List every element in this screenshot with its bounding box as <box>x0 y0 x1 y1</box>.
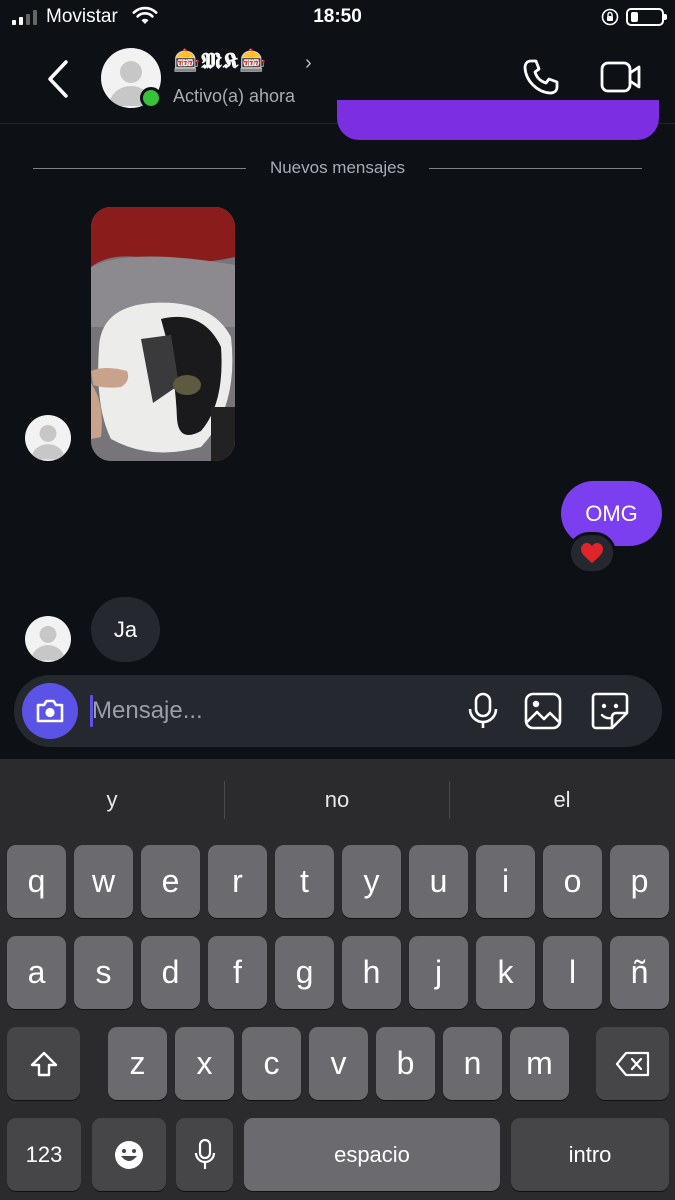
sticker-button[interactable] <box>590 691 630 731</box>
back-button[interactable] <box>40 58 76 100</box>
chevron-right-icon[interactable]: › <box>305 52 312 75</box>
suggestion-item[interactable]: no <box>225 787 449 813</box>
dictation-key[interactable] <box>176 1118 233 1191</box>
status-bar: Movistar 18:50 <box>0 0 675 34</box>
microphone-button[interactable] <box>466 692 500 730</box>
shift-icon <box>30 1051 57 1076</box>
photo-message[interactable] <box>91 207 235 461</box>
key-f[interactable]: f <box>208 936 267 1009</box>
key-e[interactable]: e <box>141 845 200 918</box>
separator-line-right <box>429 168 642 169</box>
space-key[interactable]: espacio <box>244 1118 500 1191</box>
sender-avatar[interactable] <box>25 616 71 662</box>
key-u[interactable]: u <box>409 845 468 918</box>
key-o[interactable]: o <box>543 845 602 918</box>
message-composer <box>14 675 662 747</box>
key-x[interactable]: x <box>175 1027 234 1100</box>
key-z[interactable]: z <box>108 1027 167 1100</box>
key-d[interactable]: d <box>141 936 200 1009</box>
previous-outgoing-bubble[interactable] <box>337 100 659 140</box>
default-avatar-icon <box>31 424 65 460</box>
key-j[interactable]: j <box>409 936 468 1009</box>
suggestion-item[interactable]: el <box>450 787 674 813</box>
backspace-key[interactable] <box>596 1027 669 1100</box>
battery-icon <box>626 8 667 26</box>
key-i[interactable]: i <box>476 845 535 918</box>
sender-avatar[interactable] <box>25 415 71 461</box>
key-k[interactable]: k <box>476 936 535 1009</box>
heart-reaction[interactable] <box>568 532 616 574</box>
microphone-icon <box>194 1138 215 1169</box>
suggestion-bar: y no el <box>0 759 675 841</box>
default-avatar-icon <box>31 625 65 661</box>
message-input[interactable] <box>92 689 452 733</box>
heart-icon <box>581 543 603 563</box>
key-a[interactable]: a <box>7 936 66 1009</box>
shift-key[interactable] <box>7 1027 80 1100</box>
emoji-icon <box>115 1140 143 1169</box>
key-n[interactable]: n <box>443 1027 502 1100</box>
camera-button[interactable] <box>22 683 78 739</box>
key-q[interactable]: q <box>7 845 66 918</box>
gallery-button[interactable] <box>524 692 562 730</box>
key-h[interactable]: h <box>342 936 401 1009</box>
key-c[interactable]: c <box>242 1027 301 1100</box>
online-indicator <box>140 87 162 109</box>
video-call-button[interactable] <box>600 60 642 94</box>
orientation-lock-icon <box>601 8 619 26</box>
key-y[interactable]: y <box>342 845 401 918</box>
keyboard: y no el q w e r t y u i o p a s d f g h … <box>0 759 675 1200</box>
key-r[interactable]: r <box>208 845 267 918</box>
key-v[interactable]: v <box>309 1027 368 1100</box>
key-g[interactable]: g <box>275 936 334 1009</box>
key-s[interactable]: s <box>74 936 133 1009</box>
suggestion-item[interactable]: y <box>0 787 224 813</box>
key-enye[interactable]: ñ <box>610 936 669 1009</box>
phone-call-button[interactable] <box>522 58 560 96</box>
camera-icon <box>36 699 64 723</box>
incoming-message-bubble[interactable]: Ja <box>91 597 160 662</box>
emoji-key[interactable] <box>92 1118 166 1191</box>
backspace-icon <box>615 1051 649 1076</box>
return-key[interactable]: intro <box>511 1118 669 1191</box>
key-t[interactable]: t <box>275 845 334 918</box>
numbers-key[interactable]: 123 <box>7 1118 81 1191</box>
key-l[interactable]: l <box>543 936 602 1009</box>
key-b[interactable]: b <box>376 1027 435 1100</box>
contact-status: Activo(a) ahora <box>173 86 296 106</box>
key-p[interactable]: p <box>610 845 669 918</box>
clock: 18:50 <box>313 6 362 27</box>
helmet-photo <box>91 207 235 461</box>
key-w[interactable]: w <box>74 845 133 918</box>
key-m[interactable]: m <box>510 1027 569 1100</box>
contact-name[interactable]: 🎰𝕸𝕶🎰 <box>173 48 268 74</box>
